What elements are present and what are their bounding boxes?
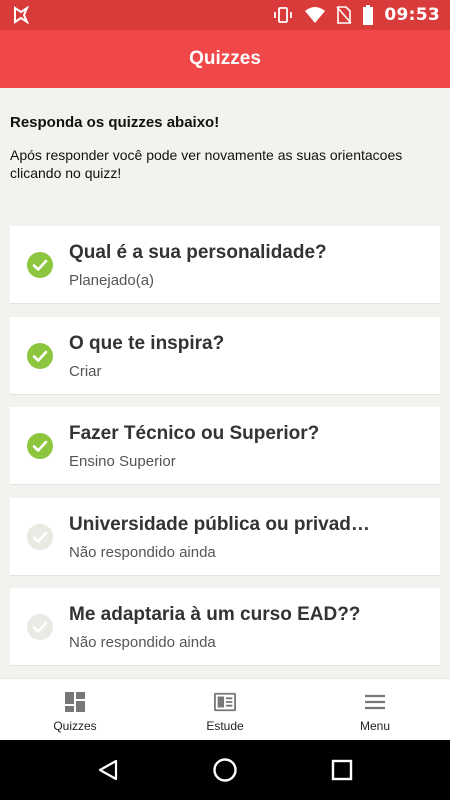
check-circle-icon: [27, 343, 53, 369]
quiz-result: Ensino Superior: [69, 453, 176, 470]
app-bar: Quizzes: [0, 30, 450, 88]
vibrate-icon: [272, 6, 294, 24]
check-circle-icon: [27, 433, 53, 459]
page-title: Quizzes: [189, 48, 261, 69]
system-nav-bar: [0, 740, 450, 800]
nav-label: Estude: [206, 719, 244, 733]
nav-item-estude[interactable]: Estude: [150, 679, 300, 740]
intro-text: Após responder você pode ver novamente a…: [10, 147, 403, 181]
nav-item-menu[interactable]: Menu: [300, 679, 450, 740]
app-notification-icon: [12, 6, 30, 24]
quiz-result: Criar: [69, 363, 102, 380]
quiz-card-universidade[interactable]: Universidade pública ou privad… Não resp…: [10, 498, 440, 576]
dashboard-icon: [64, 691, 86, 713]
bottom-nav: Quizzes Estude Menu: [0, 678, 450, 740]
quiz-card-inspira[interactable]: O que te inspira? Criar: [10, 317, 440, 395]
battery-icon: [362, 5, 374, 25]
status-time: 09:53: [384, 5, 440, 25]
nav-label: Quizzes: [53, 719, 97, 733]
check-circle-inactive-icon: [27, 614, 53, 640]
quiz-card-ead[interactable]: Me adaptaria à um curso EAD?? Não respon…: [10, 588, 440, 666]
nav-label: Menu: [359, 719, 391, 733]
quiz-result: Planejado(a): [69, 272, 155, 289]
quiz-status: Não respondido ainda: [69, 544, 216, 561]
quiz-card-tecnico-superior[interactable]: Fazer Técnico ou Superior? Ensino Superi…: [10, 407, 440, 485]
recents-icon[interactable]: [322, 750, 362, 790]
wifi-icon: [304, 6, 326, 24]
quiz-title: Universidade pública ou privad…: [69, 514, 370, 535]
no-sim-icon: [336, 6, 352, 24]
back-icon[interactable]: [88, 750, 128, 790]
status-bar: 09:53: [0, 0, 450, 30]
quiz-title: Qual é a sua personalidade?: [69, 242, 327, 263]
check-circle-inactive-icon: [27, 524, 53, 550]
quiz-title: Me adaptaria à um curso EAD??: [69, 604, 361, 625]
book-icon: [214, 691, 236, 713]
hamburger-menu-icon: [364, 691, 386, 713]
quiz-title: Fazer Técnico ou Superior?: [69, 423, 320, 444]
intro-heading: Responda os quizzes abaixo!: [10, 114, 220, 131]
nav-item-quizzes[interactable]: Quizzes: [0, 679, 150, 740]
quiz-title: O que te inspira?: [69, 333, 225, 354]
quiz-card-personalidade[interactable]: Qual é a sua personalidade? Planejado(a): [10, 226, 440, 304]
quiz-status: Não respondido ainda: [69, 634, 216, 651]
intro-section: Responda os quizzes abaixo! Após respond…: [10, 114, 440, 182]
check-circle-icon: [27, 252, 53, 278]
home-icon[interactable]: [205, 750, 245, 790]
